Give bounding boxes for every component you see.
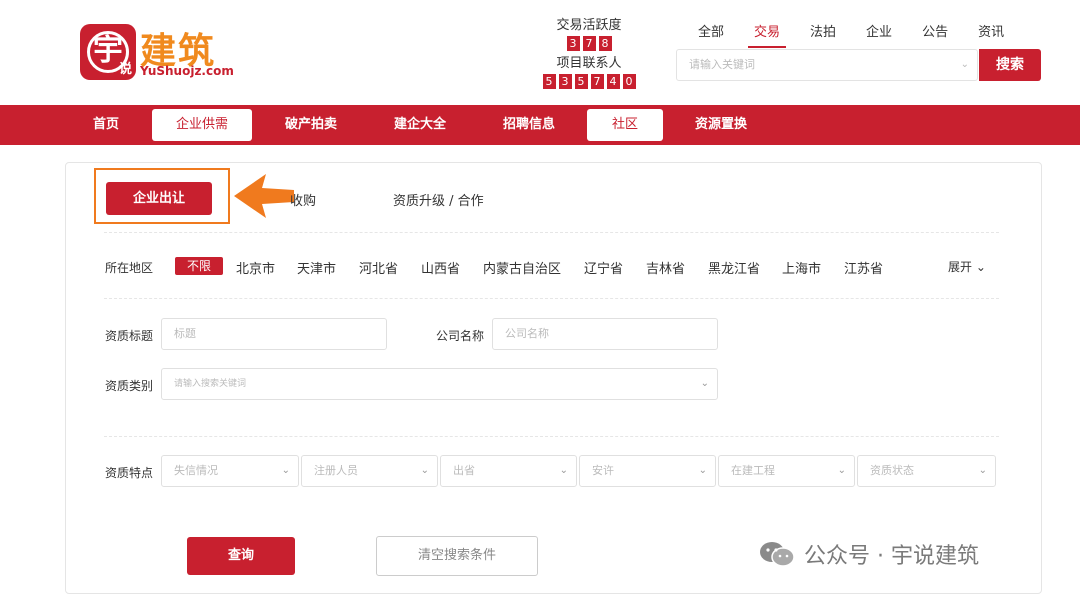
activity-stat: 交易活跃度 3 7 8: [554, 18, 624, 51]
region-option[interactable]: 河北省: [359, 258, 398, 277]
divider: [104, 436, 999, 437]
search-tab-all[interactable]: 全部: [690, 22, 732, 48]
contacts-stat-digits: 5 3 5 7 4 0: [536, 74, 642, 89]
search-tab-auction[interactable]: 法拍: [802, 22, 844, 48]
logo-badge-small: 说: [118, 62, 132, 77]
watermark: 公众号 · 宇说建筑: [758, 538, 979, 570]
nav-community[interactable]: 社区: [587, 109, 663, 141]
category-select[interactable]: 请输入搜索关键词 ⌄: [161, 368, 718, 400]
category-placeholder: 请输入搜索关键词: [174, 379, 247, 389]
digit: 7: [590, 74, 604, 89]
feature-select-province[interactable]: 出省 ⌄: [440, 455, 577, 487]
title-label: 资质标题: [105, 329, 154, 343]
chevron-down-icon: ⌄: [837, 465, 846, 476]
logo-name-en: YuShuojz.com: [140, 64, 234, 78]
feature-select-projects[interactable]: 在建工程 ⌄: [718, 455, 855, 487]
feature-select-text: 资质状态: [870, 464, 914, 477]
nav-home[interactable]: 首页: [84, 109, 128, 141]
feature-select-text: 安许: [592, 464, 614, 477]
activity-stat-label: 交易活跃度: [556, 18, 622, 33]
feature-select-text: 注册人员: [314, 464, 358, 477]
region-option[interactable]: 吉林省: [646, 258, 685, 277]
search-tab-news[interactable]: 资讯: [970, 22, 1012, 48]
feature-select-staff[interactable]: 注册人员 ⌄: [301, 455, 438, 487]
divider: [104, 232, 999, 233]
subtab-acquire[interactable]: 收购: [290, 190, 316, 209]
company-input[interactable]: 公司名称: [492, 318, 718, 350]
expand-regions-button[interactable]: 展开 ⌄: [948, 258, 986, 275]
region-option[interactable]: 北京市: [236, 258, 275, 277]
digit: 5: [542, 74, 556, 89]
nav-recruitment[interactable]: 招聘信息: [494, 109, 564, 141]
search-scope-tabs: 全部 交易 法拍 企业 公告 资讯: [690, 22, 1026, 48]
company-placeholder: 公司名称: [505, 327, 549, 340]
chevron-down-icon: ⌄: [698, 465, 707, 476]
clear-filters-button[interactable]: 清空搜索条件: [376, 536, 538, 576]
chevron-down-icon: ⌄: [281, 465, 290, 476]
feature-select-safety[interactable]: 安许 ⌄: [579, 455, 716, 487]
watermark-text: 公众号 · 宇说建筑: [804, 544, 979, 569]
chevron-down-icon: ⌄: [972, 260, 986, 274]
expand-label: 展开: [948, 260, 973, 274]
subtab-highlight-box: [94, 168, 230, 224]
main-nav: 首页 企业供需 破产拍卖 建企大全 招聘信息 社区 资源置换: [0, 105, 1080, 145]
search-tab-company[interactable]: 企业: [858, 22, 900, 48]
category-label: 资质类别: [105, 379, 154, 393]
digit: 8: [598, 36, 612, 51]
feature-select-text: 失信情况: [174, 464, 218, 477]
contacts-stat: 项目联系人 5 3 5 7 4 0: [536, 56, 642, 89]
company-label: 公司名称: [436, 329, 485, 343]
region-label: 所在地区: [105, 261, 154, 275]
feature-select-text: 出省: [453, 464, 475, 477]
nav-resource-exchange[interactable]: 资源置换: [686, 109, 756, 141]
features-label: 资质特点: [105, 466, 154, 480]
search-placeholder: 请输入关键词: [689, 58, 755, 71]
region-option[interactable]: 天津市: [297, 258, 336, 277]
feature-select-text: 在建工程: [731, 464, 775, 477]
region-option[interactable]: 辽宁省: [584, 258, 623, 277]
chevron-down-icon: ⌄: [978, 465, 987, 476]
search-input[interactable]: 请输入关键词 ⌄: [676, 49, 978, 81]
digit: 7: [582, 36, 596, 51]
digit: 3: [566, 36, 580, 51]
region-option[interactable]: 内蒙古自治区: [483, 258, 561, 277]
chevron-down-icon: ⌄: [700, 378, 709, 389]
feature-select-credit[interactable]: 失信情况 ⌄: [161, 455, 299, 487]
logo-badge: 宇 说: [80, 24, 136, 80]
search-tab-notice[interactable]: 公告: [914, 22, 956, 48]
digit: 0: [622, 74, 636, 89]
nav-enterprise-supply[interactable]: 企业供需: [152, 109, 252, 141]
region-option[interactable]: 上海市: [782, 258, 821, 277]
site-logo[interactable]: 宇 说 建筑 YuShuojz.com: [80, 24, 234, 82]
chevron-down-icon: ⌄: [960, 59, 969, 70]
region-option[interactable]: 江苏省: [844, 258, 883, 277]
digit: 4: [606, 74, 620, 89]
nav-bankruptcy-auction[interactable]: 破产拍卖: [276, 109, 346, 141]
search-tab-trade[interactable]: 交易: [746, 22, 788, 48]
divider: [104, 298, 999, 299]
contacts-stat-label: 项目联系人: [556, 56, 622, 71]
chevron-down-icon: ⌄: [559, 465, 568, 476]
search-button[interactable]: 搜索: [979, 49, 1041, 81]
region-option[interactable]: 黑龙江省: [708, 258, 760, 277]
arrow-left-icon: [234, 174, 294, 218]
digit: 5: [574, 74, 588, 89]
title-input[interactable]: 标题: [161, 318, 387, 350]
subtab-qualification[interactable]: 资质升级 / 合作: [393, 190, 484, 209]
digit: 3: [558, 74, 572, 89]
query-button[interactable]: 查询: [187, 537, 295, 575]
region-option[interactable]: 山西省: [421, 258, 460, 277]
wechat-icon: [760, 542, 795, 567]
region-option-any[interactable]: 不限: [175, 257, 223, 275]
title-placeholder: 标题: [174, 327, 196, 340]
chevron-down-icon: ⌄: [420, 465, 429, 476]
feature-select-status[interactable]: 资质状态 ⌄: [857, 455, 996, 487]
activity-stat-digits: 3 7 8: [554, 36, 624, 51]
nav-enterprise-directory[interactable]: 建企大全: [385, 109, 455, 141]
